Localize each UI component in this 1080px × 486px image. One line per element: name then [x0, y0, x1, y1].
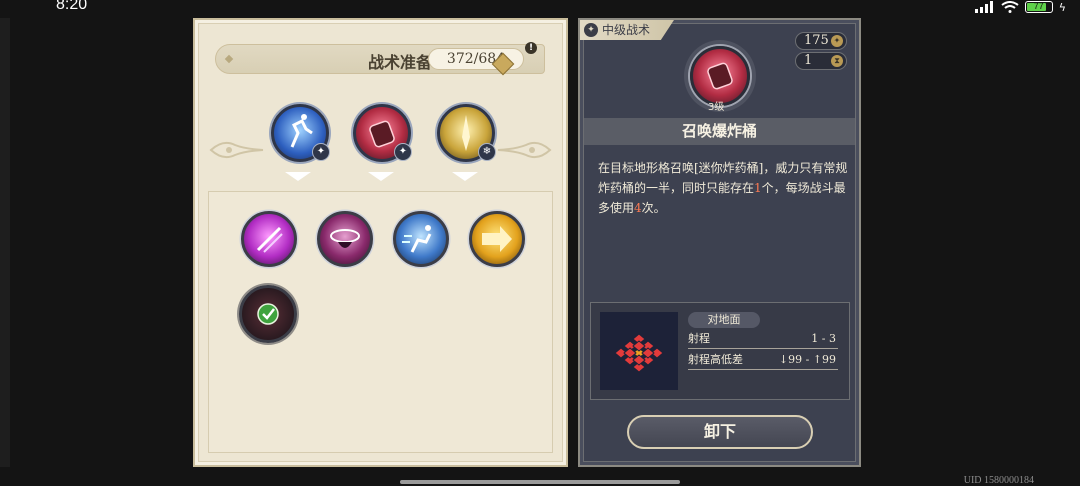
chevron-down-icon	[368, 172, 394, 181]
points-counter: 372/684	[428, 48, 524, 76]
vortex-icon	[330, 229, 360, 248]
tactics-prep-panel: 战术准备 372/684 ! ✦ ✦ ❄	[193, 18, 568, 467]
background-edge-left	[0, 18, 10, 467]
tactic-vortex[interactable]	[317, 211, 373, 267]
charging-icon: ϟ	[1058, 0, 1066, 14]
signal-icon	[974, 1, 995, 13]
wifi-icon	[1001, 1, 1019, 13]
title-dot-icon	[224, 54, 234, 64]
user-id: UID 1580000184	[963, 475, 1034, 486]
hourglass-icon: ⧗	[831, 55, 843, 67]
tactic-arrow[interactable]	[469, 211, 525, 267]
skill-description: 在目标地形格召唤[迷你炸药桶]，威力只有常规炸药桶的一半，同时只能存在1个，每场…	[598, 161, 848, 215]
home-indicator[interactable]	[400, 480, 680, 484]
range-grid-icon	[600, 312, 678, 390]
uses-pill: 1 ⧗	[795, 52, 847, 70]
slash-icon	[256, 226, 283, 253]
status-icons: 77 ϟ	[974, 0, 1066, 14]
panel-title: 战术准备	[368, 53, 433, 72]
skill-level: 3级	[708, 102, 725, 113]
unequip-button[interactable]: 卸下	[627, 415, 813, 449]
slot-skill-sword[interactable]: ❄	[437, 104, 496, 162]
slot-skill-dash[interactable]: ✦	[271, 104, 330, 162]
barrel-icon	[707, 62, 733, 90]
chevron-down-icon	[452, 172, 478, 181]
skill-name: 召唤爆炸桶	[584, 118, 855, 145]
ornament-right-icon	[497, 141, 552, 159]
range-row: 射程 1 - 3	[688, 330, 838, 349]
height-row: 射程高低差 ↓99 - ↑99	[688, 351, 838, 370]
arrow-right-icon	[482, 226, 512, 252]
tactic-barrel-selected[interactable]	[239, 285, 297, 343]
skill-detail-panel: ✦ 中级战术 175 ✦ 1 ⧗ 3级 召唤爆炸桶 在目标地形格召唤[迷你炸药桶…	[578, 18, 861, 467]
slot-badge-icon: ❄	[478, 143, 496, 161]
tactic-sprint[interactable]	[393, 211, 449, 267]
info-icon[interactable]: !	[525, 42, 537, 54]
slot-skill-barrel[interactable]: ✦	[353, 104, 412, 162]
cost-icon: ✦	[831, 35, 843, 47]
range-info: 对地面 射程 1 - 3 射程高低差 ↓99 - ↑99	[590, 302, 850, 400]
slot-badge-icon: ✦	[394, 143, 412, 161]
sprint-icon	[402, 225, 432, 253]
ornament-left-icon	[209, 141, 264, 159]
tactics-list	[208, 191, 553, 453]
battery-icon: 77	[1024, 1, 1053, 13]
tactic-slash[interactable]	[241, 211, 297, 267]
tier-tag: ✦ 中级战术	[580, 20, 674, 40]
tier-icon: ✦	[584, 23, 598, 37]
chevron-down-icon	[285, 172, 311, 181]
skill-detail-icon	[690, 46, 750, 106]
title-bar: 战术准备 372/684	[215, 44, 545, 76]
check-icon	[257, 303, 279, 325]
clock: 8:20	[56, 0, 88, 13]
slot-badge-icon: ✦	[312, 143, 330, 161]
cost-pill: 175 ✦	[795, 32, 847, 50]
target-type-tag: 对地面	[688, 312, 760, 328]
